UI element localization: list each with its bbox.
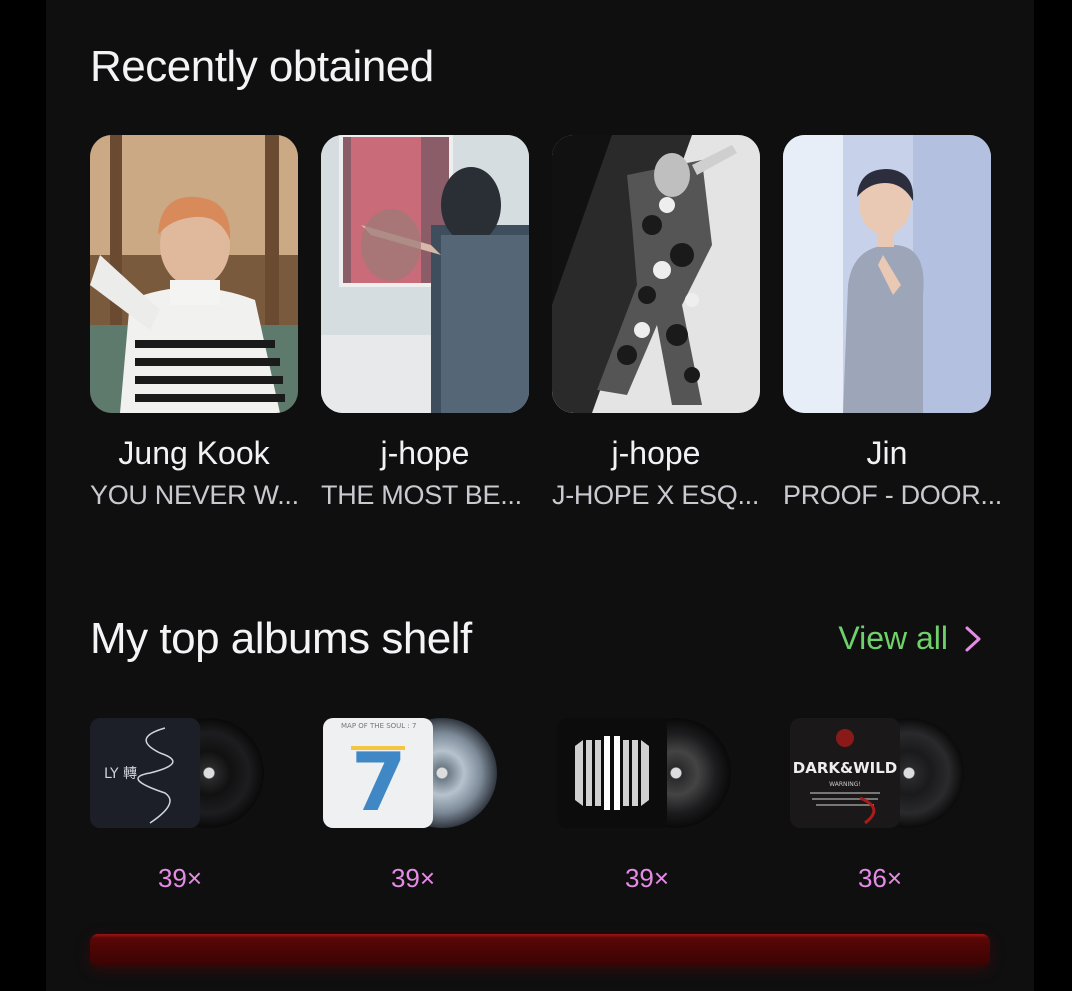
photocard-image[interactable] [552, 135, 760, 413]
album-record[interactable]: LY 轉 39× [90, 718, 270, 893]
photocard-image[interactable] [321, 135, 529, 413]
member-name: j-hope [380, 435, 470, 471]
view-all-label: View all [838, 620, 948, 656]
next-section-edge [90, 934, 990, 966]
recently-obtained-title: Recently obtained [90, 42, 434, 91]
photocard[interactable]: Jin PROOF - DOOR... [783, 135, 1003, 511]
cover-subtext: WARNING! [829, 781, 861, 788]
collection-panel: Recently obtained Jung Kook YOU NEVER W.… [46, 0, 1034, 991]
dark-and-wild-cover: DARK&WILD WARNING! [790, 718, 900, 828]
cover-subtext: MAP OF THE SOUL : 7 [341, 722, 416, 730]
view-all-link[interactable]: View all [838, 620, 982, 657]
photocard[interactable]: j-hope J-HOPE X ESQ... [552, 135, 760, 511]
photocard-image[interactable] [90, 135, 298, 413]
cover-text: LY 轉 [104, 766, 137, 782]
photocard[interactable]: j-hope THE MOST BE... [321, 135, 529, 511]
album-name: PROOF - DOOR... [783, 480, 1003, 510]
album-count: 36× [857, 863, 903, 893]
photocard[interactable]: Jung Kook YOU NEVER W... [90, 135, 299, 511]
album-name: THE MOST BE... [321, 480, 522, 510]
album-count: 39× [157, 863, 203, 893]
album-record[interactable]: MAP OF THE SOUL : 7 7 39× [323, 718, 503, 893]
album-count: 39× [624, 863, 670, 893]
proof-cover [557, 718, 667, 828]
photocard-image[interactable] [783, 135, 991, 413]
member-name: j-hope [611, 435, 701, 471]
cover-text: DARK&WILD [793, 759, 897, 777]
album-record[interactable]: 39× [557, 718, 737, 893]
album-record[interactable]: DARK&WILD WARNING! 36× [790, 718, 970, 893]
top-albums-title: My top albums shelf [90, 614, 472, 663]
album-count: 39× [390, 863, 436, 893]
love-yourself-cover: LY 轉 [90, 718, 200, 828]
map-of-the-soul-cover: MAP OF THE SOUL : 7 7 [323, 718, 433, 828]
chevron-right-icon [965, 626, 981, 651]
member-name: Jin [866, 435, 908, 471]
album-name: J-HOPE X ESQ... [552, 480, 760, 510]
album-name: YOU NEVER W... [90, 480, 299, 510]
member-name: Jung Kook [118, 435, 270, 471]
